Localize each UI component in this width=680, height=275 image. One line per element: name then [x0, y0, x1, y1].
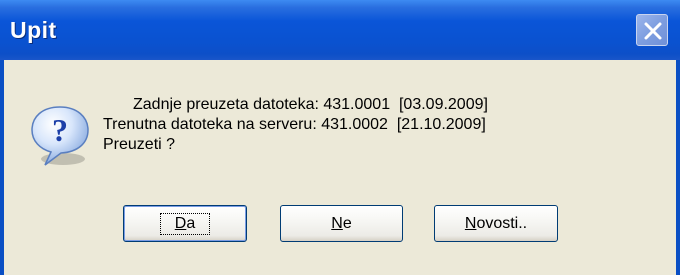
yes-button[interactable]: Da [123, 205, 247, 242]
focus-rect: Da [159, 212, 211, 235]
message-line-server-file: Trenutna datoteka na serveru: 431.0002 [… [103, 116, 486, 133]
no-label-rest: e [342, 214, 352, 232]
dialog-body [0, 60, 680, 275]
svg-text:?: ? [52, 112, 68, 148]
window-title: Upit [10, 17, 57, 43]
close-icon [644, 22, 662, 40]
yes-mnemonic: D [174, 214, 187, 232]
question-icon: ? [31, 106, 89, 166]
yes-label-rest: a [186, 214, 196, 232]
message-line-last-download: Zadnje preuzeta datoteka: 431.0001 [03.0… [133, 96, 488, 113]
news-label-rest: ovosti.. [476, 214, 528, 232]
window-border-left [0, 60, 4, 275]
close-button[interactable] [636, 14, 668, 46]
news-button[interactable]: Novosti.. [434, 205, 558, 242]
message-line-question: Preuzeti ? [103, 136, 176, 153]
no-button[interactable]: Ne [280, 205, 403, 242]
news-mnemonic: N [464, 214, 477, 232]
no-mnemonic: N [331, 214, 343, 232]
window-border-right [676, 60, 680, 275]
message-text: Zadnje preuzeta datoteka: 431.0001 [03.0… [103, 95, 623, 155]
title-bar[interactable]: Upit [0, 0, 680, 60]
